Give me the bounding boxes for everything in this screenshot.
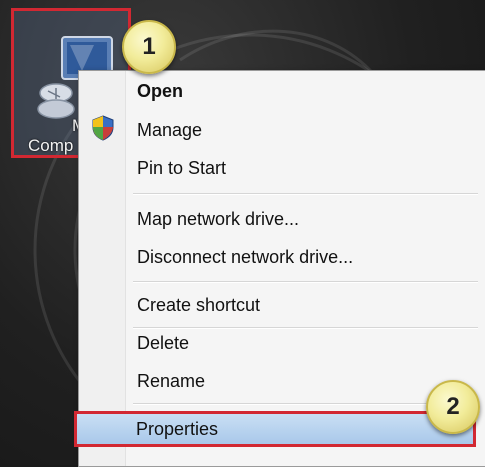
- menu-item-map-network-drive[interactable]: Map network drive...: [137, 204, 299, 234]
- step-badge-1: 1: [122, 20, 176, 74]
- menu-separator: [133, 281, 478, 283]
- step-badge-2: 2: [426, 380, 480, 434]
- menu-item-properties[interactable]: Properties: [74, 411, 476, 447]
- menu-item-properties-label: Properties: [136, 419, 219, 439]
- menu-item-disconnect-network-drive[interactable]: Disconnect network drive...: [137, 242, 353, 272]
- menu-item-delete[interactable]: Delete: [137, 328, 189, 358]
- menu-item-open[interactable]: Open: [137, 76, 183, 106]
- menu-item-manage[interactable]: Manage: [137, 115, 202, 145]
- shield-icon: [92, 115, 114, 141]
- menu-item-create-shortcut[interactable]: Create shortcut: [137, 290, 260, 320]
- menu-item-pin-to-start[interactable]: Pin to Start: [137, 153, 226, 183]
- menu-separator: [133, 193, 478, 195]
- context-menu: Open Manage Pin to Start Map network dri…: [78, 70, 485, 467]
- menu-item-rename[interactable]: Rename: [137, 366, 205, 396]
